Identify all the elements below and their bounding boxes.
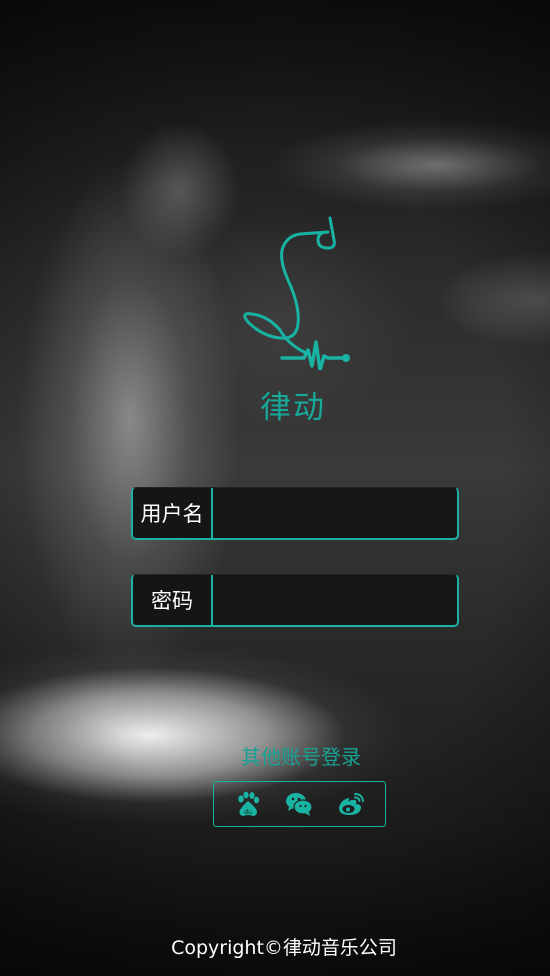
- app-name: 律动: [260, 390, 326, 426]
- password-input[interactable]: [213, 575, 457, 625]
- copyright-text: Copyright©律动音乐公司: [171, 937, 397, 959]
- other-login-title: 其他账号登录: [241, 745, 361, 769]
- wechat-icon: [286, 793, 314, 816]
- wechat-login-button[interactable]: [282, 787, 316, 821]
- social-login-bar: du: [213, 781, 386, 827]
- weibo-login-button[interactable]: [334, 787, 368, 821]
- weibo-icon: [339, 793, 365, 815]
- username-input[interactable]: [213, 488, 457, 538]
- music-note-logo-icon: [243, 216, 350, 370]
- logo-area: 律动: [0, 210, 550, 430]
- baidu-login-button[interactable]: du: [231, 787, 265, 821]
- password-label: 密码: [133, 575, 213, 625]
- baidu-icon: du: [238, 791, 259, 816]
- username-label: 用户名: [133, 488, 213, 538]
- username-field[interactable]: 用户名: [131, 487, 459, 540]
- svg-text:du: du: [244, 809, 252, 816]
- password-field[interactable]: 密码: [131, 574, 459, 627]
